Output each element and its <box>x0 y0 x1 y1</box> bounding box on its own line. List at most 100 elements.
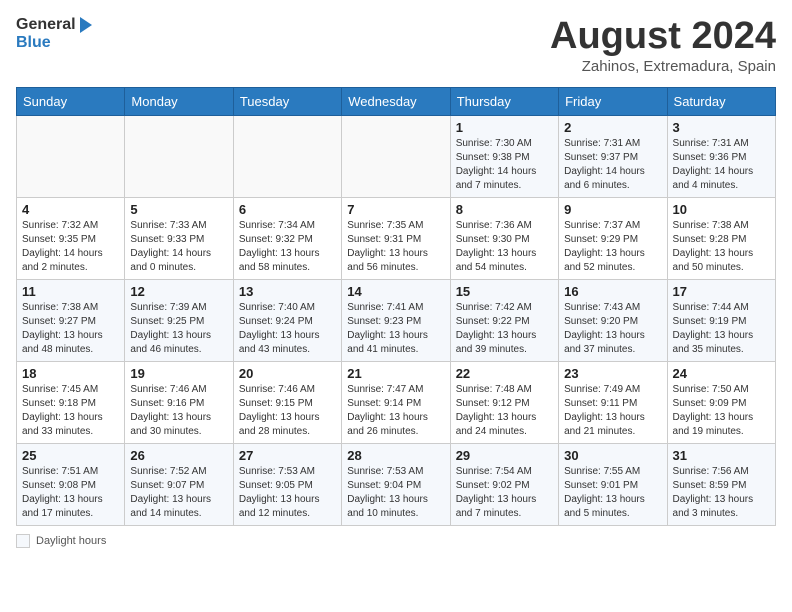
day-info: Sunrise: 7:46 AM Sunset: 9:16 PM Dayligh… <box>130 383 227 439</box>
calendar-day-header: Wednesday <box>342 87 450 115</box>
day-info: Sunrise: 7:51 AM Sunset: 9:08 PM Dayligh… <box>22 465 119 521</box>
day-number: 16 <box>564 284 661 299</box>
day-info: Sunrise: 7:46 AM Sunset: 9:15 PM Dayligh… <box>239 383 336 439</box>
calendar-day-header: Tuesday <box>233 87 341 115</box>
calendar-table: SundayMondayTuesdayWednesdayThursdayFrid… <box>16 87 776 526</box>
day-info: Sunrise: 7:39 AM Sunset: 9:25 PM Dayligh… <box>130 301 227 357</box>
calendar-cell: 25 Sunrise: 7:51 AM Sunset: 9:08 PM Dayl… <box>17 443 125 525</box>
daylight-color-box <box>16 534 30 548</box>
day-number: 23 <box>564 366 661 381</box>
day-number: 22 <box>456 366 553 381</box>
calendar-day-header: Friday <box>559 87 667 115</box>
calendar-week-row: 18 Sunrise: 7:45 AM Sunset: 9:18 PM Dayl… <box>17 361 776 443</box>
day-number: 18 <box>22 366 119 381</box>
month-year-title: August 2024 <box>550 16 776 58</box>
day-info: Sunrise: 7:53 AM Sunset: 9:05 PM Dayligh… <box>239 465 336 521</box>
calendar-cell: 21 Sunrise: 7:47 AM Sunset: 9:14 PM Dayl… <box>342 361 450 443</box>
calendar-cell: 23 Sunrise: 7:49 AM Sunset: 9:11 PM Dayl… <box>559 361 667 443</box>
day-number: 7 <box>347 202 444 217</box>
calendar-cell: 22 Sunrise: 7:48 AM Sunset: 9:12 PM Dayl… <box>450 361 558 443</box>
day-info: Sunrise: 7:37 AM Sunset: 9:29 PM Dayligh… <box>564 219 661 275</box>
calendar-cell: 27 Sunrise: 7:53 AM Sunset: 9:05 PM Dayl… <box>233 443 341 525</box>
calendar-cell: 4 Sunrise: 7:32 AM Sunset: 9:35 PM Dayli… <box>17 197 125 279</box>
calendar-cell: 2 Sunrise: 7:31 AM Sunset: 9:37 PM Dayli… <box>559 115 667 197</box>
day-info: Sunrise: 7:30 AM Sunset: 9:38 PM Dayligh… <box>456 137 553 193</box>
calendar-cell: 1 Sunrise: 7:30 AM Sunset: 9:38 PM Dayli… <box>450 115 558 197</box>
calendar-week-row: 11 Sunrise: 7:38 AM Sunset: 9:27 PM Dayl… <box>17 279 776 361</box>
day-number: 12 <box>130 284 227 299</box>
day-number: 21 <box>347 366 444 381</box>
calendar-cell: 6 Sunrise: 7:34 AM Sunset: 9:32 PM Dayli… <box>233 197 341 279</box>
calendar-cell: 7 Sunrise: 7:35 AM Sunset: 9:31 PM Dayli… <box>342 197 450 279</box>
logo-blue: Blue <box>16 34 92 52</box>
day-info: Sunrise: 7:38 AM Sunset: 9:28 PM Dayligh… <box>673 219 770 275</box>
calendar-cell: 10 Sunrise: 7:38 AM Sunset: 9:28 PM Dayl… <box>667 197 775 279</box>
calendar-cell: 9 Sunrise: 7:37 AM Sunset: 9:29 PM Dayli… <box>559 197 667 279</box>
calendar-cell: 20 Sunrise: 7:46 AM Sunset: 9:15 PM Dayl… <box>233 361 341 443</box>
day-number: 15 <box>456 284 553 299</box>
calendar-cell: 8 Sunrise: 7:36 AM Sunset: 9:30 PM Dayli… <box>450 197 558 279</box>
day-number: 8 <box>456 202 553 217</box>
calendar-cell: 15 Sunrise: 7:42 AM Sunset: 9:22 PM Dayl… <box>450 279 558 361</box>
calendar-cell <box>17 115 125 197</box>
location-subtitle: Zahinos, Extremadura, Spain <box>550 58 776 75</box>
day-number: 2 <box>564 120 661 135</box>
day-number: 9 <box>564 202 661 217</box>
calendar-cell: 26 Sunrise: 7:52 AM Sunset: 9:07 PM Dayl… <box>125 443 233 525</box>
calendar-cell: 16 Sunrise: 7:43 AM Sunset: 9:20 PM Dayl… <box>559 279 667 361</box>
day-number: 10 <box>673 202 770 217</box>
calendar-cell <box>125 115 233 197</box>
calendar-cell: 18 Sunrise: 7:45 AM Sunset: 9:18 PM Dayl… <box>17 361 125 443</box>
day-number: 29 <box>456 448 553 463</box>
day-info: Sunrise: 7:34 AM Sunset: 9:32 PM Dayligh… <box>239 219 336 275</box>
calendar-week-row: 4 Sunrise: 7:32 AM Sunset: 9:35 PM Dayli… <box>17 197 776 279</box>
day-info: Sunrise: 7:55 AM Sunset: 9:01 PM Dayligh… <box>564 465 661 521</box>
day-info: Sunrise: 7:35 AM Sunset: 9:31 PM Dayligh… <box>347 219 444 275</box>
day-info: Sunrise: 7:53 AM Sunset: 9:04 PM Dayligh… <box>347 465 444 521</box>
day-number: 6 <box>239 202 336 217</box>
daylight-label: Daylight hours <box>36 535 106 547</box>
day-info: Sunrise: 7:31 AM Sunset: 9:37 PM Dayligh… <box>564 137 661 193</box>
day-info: Sunrise: 7:40 AM Sunset: 9:24 PM Dayligh… <box>239 301 336 357</box>
day-number: 30 <box>564 448 661 463</box>
calendar-day-header: Saturday <box>667 87 775 115</box>
day-info: Sunrise: 7:32 AM Sunset: 9:35 PM Dayligh… <box>22 219 119 275</box>
day-info: Sunrise: 7:36 AM Sunset: 9:30 PM Dayligh… <box>456 219 553 275</box>
calendar-cell: 5 Sunrise: 7:33 AM Sunset: 9:33 PM Dayli… <box>125 197 233 279</box>
calendar-cell: 14 Sunrise: 7:41 AM Sunset: 9:23 PM Dayl… <box>342 279 450 361</box>
day-number: 20 <box>239 366 336 381</box>
day-number: 4 <box>22 202 119 217</box>
calendar-cell <box>342 115 450 197</box>
logo: General Blue <box>16 16 92 51</box>
day-info: Sunrise: 7:38 AM Sunset: 9:27 PM Dayligh… <box>22 301 119 357</box>
calendar-cell: 30 Sunrise: 7:55 AM Sunset: 9:01 PM Dayl… <box>559 443 667 525</box>
calendar-cell: 13 Sunrise: 7:40 AM Sunset: 9:24 PM Dayl… <box>233 279 341 361</box>
logo-general: General <box>16 16 92 34</box>
day-info: Sunrise: 7:33 AM Sunset: 9:33 PM Dayligh… <box>130 219 227 275</box>
calendar-week-row: 1 Sunrise: 7:30 AM Sunset: 9:38 PM Dayli… <box>17 115 776 197</box>
footer-note: Daylight hours <box>16 534 776 548</box>
calendar-header-row: SundayMondayTuesdayWednesdayThursdayFrid… <box>17 87 776 115</box>
day-number: 14 <box>347 284 444 299</box>
day-info: Sunrise: 7:54 AM Sunset: 9:02 PM Dayligh… <box>456 465 553 521</box>
day-number: 25 <box>22 448 119 463</box>
day-info: Sunrise: 7:41 AM Sunset: 9:23 PM Dayligh… <box>347 301 444 357</box>
calendar-cell: 24 Sunrise: 7:50 AM Sunset: 9:09 PM Dayl… <box>667 361 775 443</box>
header: General Blue August 2024 Zahinos, Extrem… <box>16 16 776 75</box>
day-number: 19 <box>130 366 227 381</box>
day-number: 5 <box>130 202 227 217</box>
day-number: 31 <box>673 448 770 463</box>
day-info: Sunrise: 7:47 AM Sunset: 9:14 PM Dayligh… <box>347 383 444 439</box>
day-number: 11 <box>22 284 119 299</box>
day-info: Sunrise: 7:52 AM Sunset: 9:07 PM Dayligh… <box>130 465 227 521</box>
day-info: Sunrise: 7:31 AM Sunset: 9:36 PM Dayligh… <box>673 137 770 193</box>
title-area: August 2024 Zahinos, Extremadura, Spain <box>550 16 776 75</box>
day-info: Sunrise: 7:50 AM Sunset: 9:09 PM Dayligh… <box>673 383 770 439</box>
day-number: 1 <box>456 120 553 135</box>
day-number: 17 <box>673 284 770 299</box>
calendar-day-header: Thursday <box>450 87 558 115</box>
day-number: 13 <box>239 284 336 299</box>
calendar-cell: 31 Sunrise: 7:56 AM Sunset: 8:59 PM Dayl… <box>667 443 775 525</box>
calendar-cell: 3 Sunrise: 7:31 AM Sunset: 9:36 PM Dayli… <box>667 115 775 197</box>
day-info: Sunrise: 7:45 AM Sunset: 9:18 PM Dayligh… <box>22 383 119 439</box>
